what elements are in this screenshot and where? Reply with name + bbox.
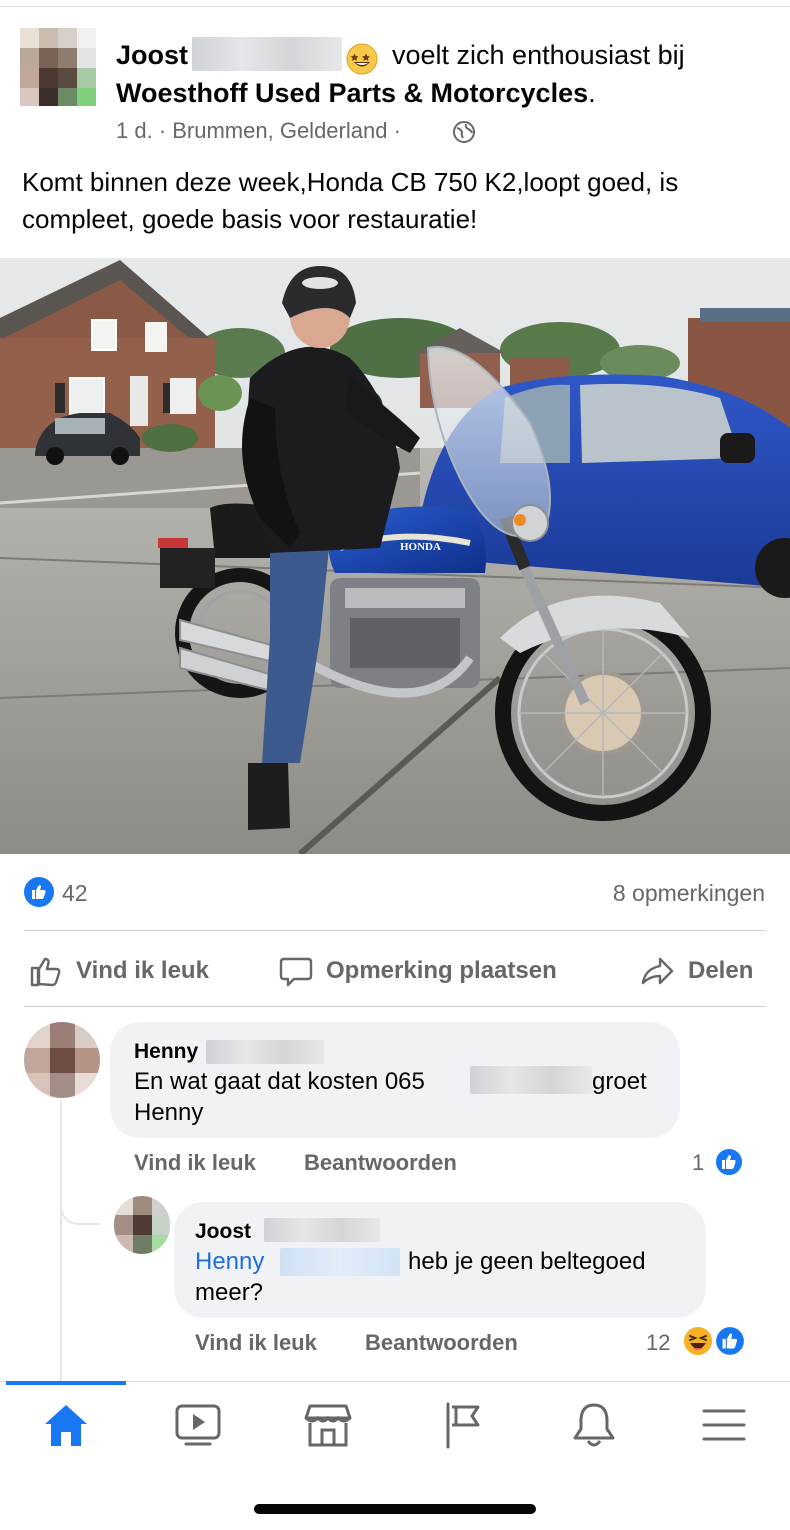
like-reaction-icon <box>714 1325 746 1357</box>
share-button[interactable]: Delen <box>640 950 753 992</box>
comment-author[interactable]: Henny <box>134 1040 198 1064</box>
home-icon <box>45 1405 87 1446</box>
share-arrow-icon <box>641 957 674 985</box>
like-button[interactable]: Vind ik leuk <box>28 950 209 992</box>
video-icon <box>175 1404 221 1446</box>
redacted-mention-surname <box>280 1248 400 1276</box>
grinning-star-eyes-emoji <box>346 43 378 75</box>
reply-author-avatar[interactable] <box>114 1196 170 1254</box>
reply-author[interactable]: Joost <box>195 1220 251 1244</box>
tagged-page-link[interactable]: Woesthoff Used Parts & Motorcycles <box>116 78 588 108</box>
comment-bubble-icon <box>279 957 313 987</box>
comment-label: Opmerking plaatsen <box>326 957 557 984</box>
comment-reply-link[interactable]: Beantwoorden <box>304 1150 457 1176</box>
author-avatar[interactable] <box>20 28 96 106</box>
tab-menu[interactable] <box>694 1400 754 1450</box>
redacted-surname <box>192 37 342 71</box>
active-tab-indicator <box>6 1381 126 1385</box>
comment-reaction-count[interactable]: 1 <box>692 1150 704 1176</box>
tab-home[interactable] <box>36 1400 96 1450</box>
notifications-bell-icon <box>573 1403 615 1447</box>
tab-marketplace[interactable] <box>298 1400 358 1450</box>
tagged-page-line: Woesthoff Used Parts & Motorcycles. <box>116 78 596 109</box>
haha-reaction-icon <box>682 1325 714 1357</box>
reply-text-line: meer? <box>195 1279 264 1306</box>
divider <box>24 1006 766 1007</box>
comment-button[interactable]: Opmerking plaatsen <box>278 950 557 992</box>
post-body-text: Komt binnen deze week,Honda CB 750 K2,lo… <box>22 167 679 234</box>
tab-notifications[interactable] <box>564 1400 624 1450</box>
marketplace-icon <box>304 1404 352 1447</box>
redacted-surname <box>206 1040 324 1064</box>
thumbs-up-icon <box>30 957 61 987</box>
redacted-surname <box>264 1218 380 1242</box>
comment-text-line: groet <box>592 1068 647 1095</box>
divider <box>24 930 766 931</box>
reply-reply-link[interactable]: Beantwoorden <box>365 1330 518 1356</box>
post-author[interactable]: Joost <box>116 40 188 71</box>
top-divider <box>0 6 790 7</box>
tank-brand-text: HONDA <box>400 541 441 553</box>
home-indicator[interactable] <box>254 1504 536 1514</box>
mention-link[interactable]: Henny <box>195 1246 264 1277</box>
comment-count[interactable]: 8 opmerkingen <box>613 880 765 907</box>
menu-icon <box>702 1409 746 1441</box>
like-label: Vind ik leuk <box>76 957 209 984</box>
comment-like-link[interactable]: Vind ik leuk <box>134 1150 256 1176</box>
page-suffix: . <box>588 78 596 108</box>
author-name[interactable]: Joost <box>116 40 188 70</box>
post-photo[interactable]: HONDA <box>0 258 790 854</box>
feeling-text: voelt zich enthousiast bij <box>392 40 685 70</box>
like-reaction-icon[interactable] <box>24 877 54 907</box>
reply-like-link[interactable]: Vind ik leuk <box>195 1330 317 1356</box>
pages-flag-icon <box>446 1402 480 1449</box>
post-meta[interactable]: 1 d. · Brummen, Gelderland · <box>116 118 401 144</box>
like-reaction-icon <box>714 1147 744 1177</box>
thread-connector <box>60 1185 100 1225</box>
reply-reaction-count[interactable]: 12 <box>646 1330 670 1356</box>
tab-pages[interactable] <box>432 1400 492 1450</box>
comment-text-line: Henny <box>134 1099 204 1126</box>
comment-text-line: En wat gaat dat kosten 065 <box>134 1068 425 1095</box>
like-count[interactable]: 42 <box>62 880 88 907</box>
thread-line <box>60 1100 62 1385</box>
tab-video[interactable] <box>168 1400 228 1450</box>
share-label: Delen <box>688 957 754 984</box>
reply-text-line: heb je geen beltegoed <box>408 1248 646 1275</box>
redacted-phone-number <box>470 1066 592 1094</box>
commenter-avatar[interactable] <box>24 1022 100 1098</box>
globe-icon <box>453 121 475 143</box>
